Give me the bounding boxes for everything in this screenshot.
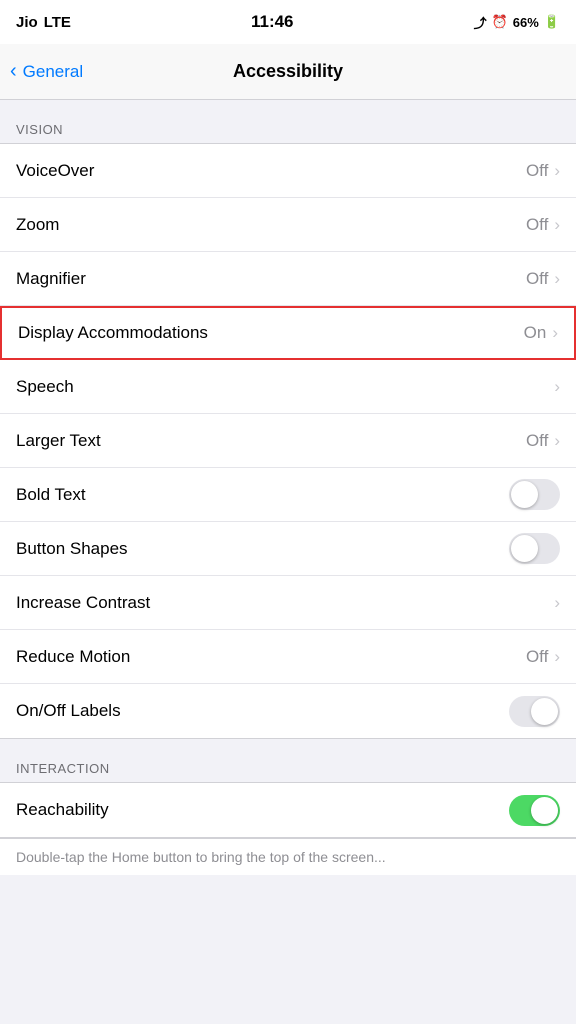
alarm-icon: ⏰ [492,14,508,30]
larger-text-status: Off [526,431,548,451]
page-title: Accessibility [233,61,343,82]
reduce-motion-status: Off [526,647,548,667]
bold-text-toggle-knob [511,481,538,508]
status-carrier: Jio LTE [16,14,71,31]
status-icons: ⤴ ⏰ 66% 🔋 [474,13,560,32]
reachability-row[interactable]: Reachability [0,783,576,837]
voiceover-value: Off › [526,161,560,181]
zoom-status: Off [526,215,548,235]
speech-label: Speech [16,377,74,397]
vision-section-header: VISION [0,100,576,143]
larger-text-chevron-icon: › [554,431,560,451]
speech-chevron-icon: › [554,377,560,397]
zoom-label: Zoom [16,215,59,235]
zoom-chevron-icon: › [554,215,560,235]
zoom-row[interactable]: Zoom Off › [0,198,576,252]
reduce-motion-value: Off › [526,647,560,667]
on-off-labels-label: On/Off Labels [16,701,121,721]
nav-bar: ‹ General Accessibility [0,44,576,100]
magnifier-row[interactable]: Magnifier Off › [0,252,576,306]
button-shapes-toggle[interactable] [509,533,560,564]
voiceover-status: Off [526,161,548,181]
increase-contrast-value: › [554,593,560,613]
on-off-labels-toggle-knob [531,698,558,725]
button-shapes-toggle-knob [511,535,538,562]
on-off-labels-toggle[interactable] [509,696,560,727]
battery-icon: 🔋 [544,14,560,30]
button-shapes-label: Button Shapes [16,539,128,559]
vision-settings-group: VoiceOver Off › Zoom Off › Magnifier Off… [0,143,576,739]
larger-text-row[interactable]: Larger Text Off › [0,414,576,468]
button-shapes-row[interactable]: Button Shapes [0,522,576,576]
reduce-motion-row[interactable]: Reduce Motion Off › [0,630,576,684]
display-accommodations-value: On › [524,323,558,343]
voiceover-label: VoiceOver [16,161,94,181]
display-accommodations-chevron-icon: › [552,323,558,343]
reachability-toggle[interactable] [509,795,560,826]
display-accommodations-status: On [524,323,547,343]
zoom-value: Off › [526,215,560,235]
back-button[interactable]: ‹ General [10,60,83,83]
magnifier-chevron-icon: › [554,269,560,289]
on-off-labels-row[interactable]: On/Off Labels [0,684,576,738]
reachability-label: Reachability [16,800,109,820]
back-chevron-icon: ‹ [10,60,17,83]
speech-row[interactable]: Speech › [0,360,576,414]
magnifier-status: Off [526,269,548,289]
larger-text-label: Larger Text [16,431,101,451]
increase-contrast-row[interactable]: Increase Contrast › [0,576,576,630]
carrier-label: Jio [16,14,38,31]
speech-value: › [554,377,560,397]
larger-text-value: Off › [526,431,560,451]
display-accommodations-label: Display Accommodations [18,323,208,343]
status-bar: Jio LTE 11:46 ⤴ ⏰ 66% 🔋 [0,0,576,44]
reduce-motion-label: Reduce Motion [16,647,130,667]
bottom-cutoff-text: Double-tap the Home button to bring the … [0,838,576,875]
voiceover-row[interactable]: VoiceOver Off › [0,144,576,198]
bold-text-toggle[interactable] [509,479,560,510]
battery-label: 66% [513,15,539,30]
network-label: LTE [44,14,71,31]
magnifier-value: Off › [526,269,560,289]
increase-contrast-chevron-icon: › [554,593,560,613]
bold-text-row[interactable]: Bold Text [0,468,576,522]
magnifier-label: Magnifier [16,269,86,289]
interaction-section-header: INTERACTION [0,739,576,782]
location-icon: ⤴ [474,13,487,32]
increase-contrast-label: Increase Contrast [16,593,150,613]
status-time: 11:46 [251,12,294,32]
display-accommodations-row[interactable]: Display Accommodations On › [0,306,576,360]
reachability-toggle-knob [531,797,558,824]
voiceover-chevron-icon: › [554,161,560,181]
back-label: General [23,62,83,82]
reduce-motion-chevron-icon: › [554,647,560,667]
interaction-settings-group: Reachability [0,782,576,838]
bold-text-label: Bold Text [16,485,86,505]
